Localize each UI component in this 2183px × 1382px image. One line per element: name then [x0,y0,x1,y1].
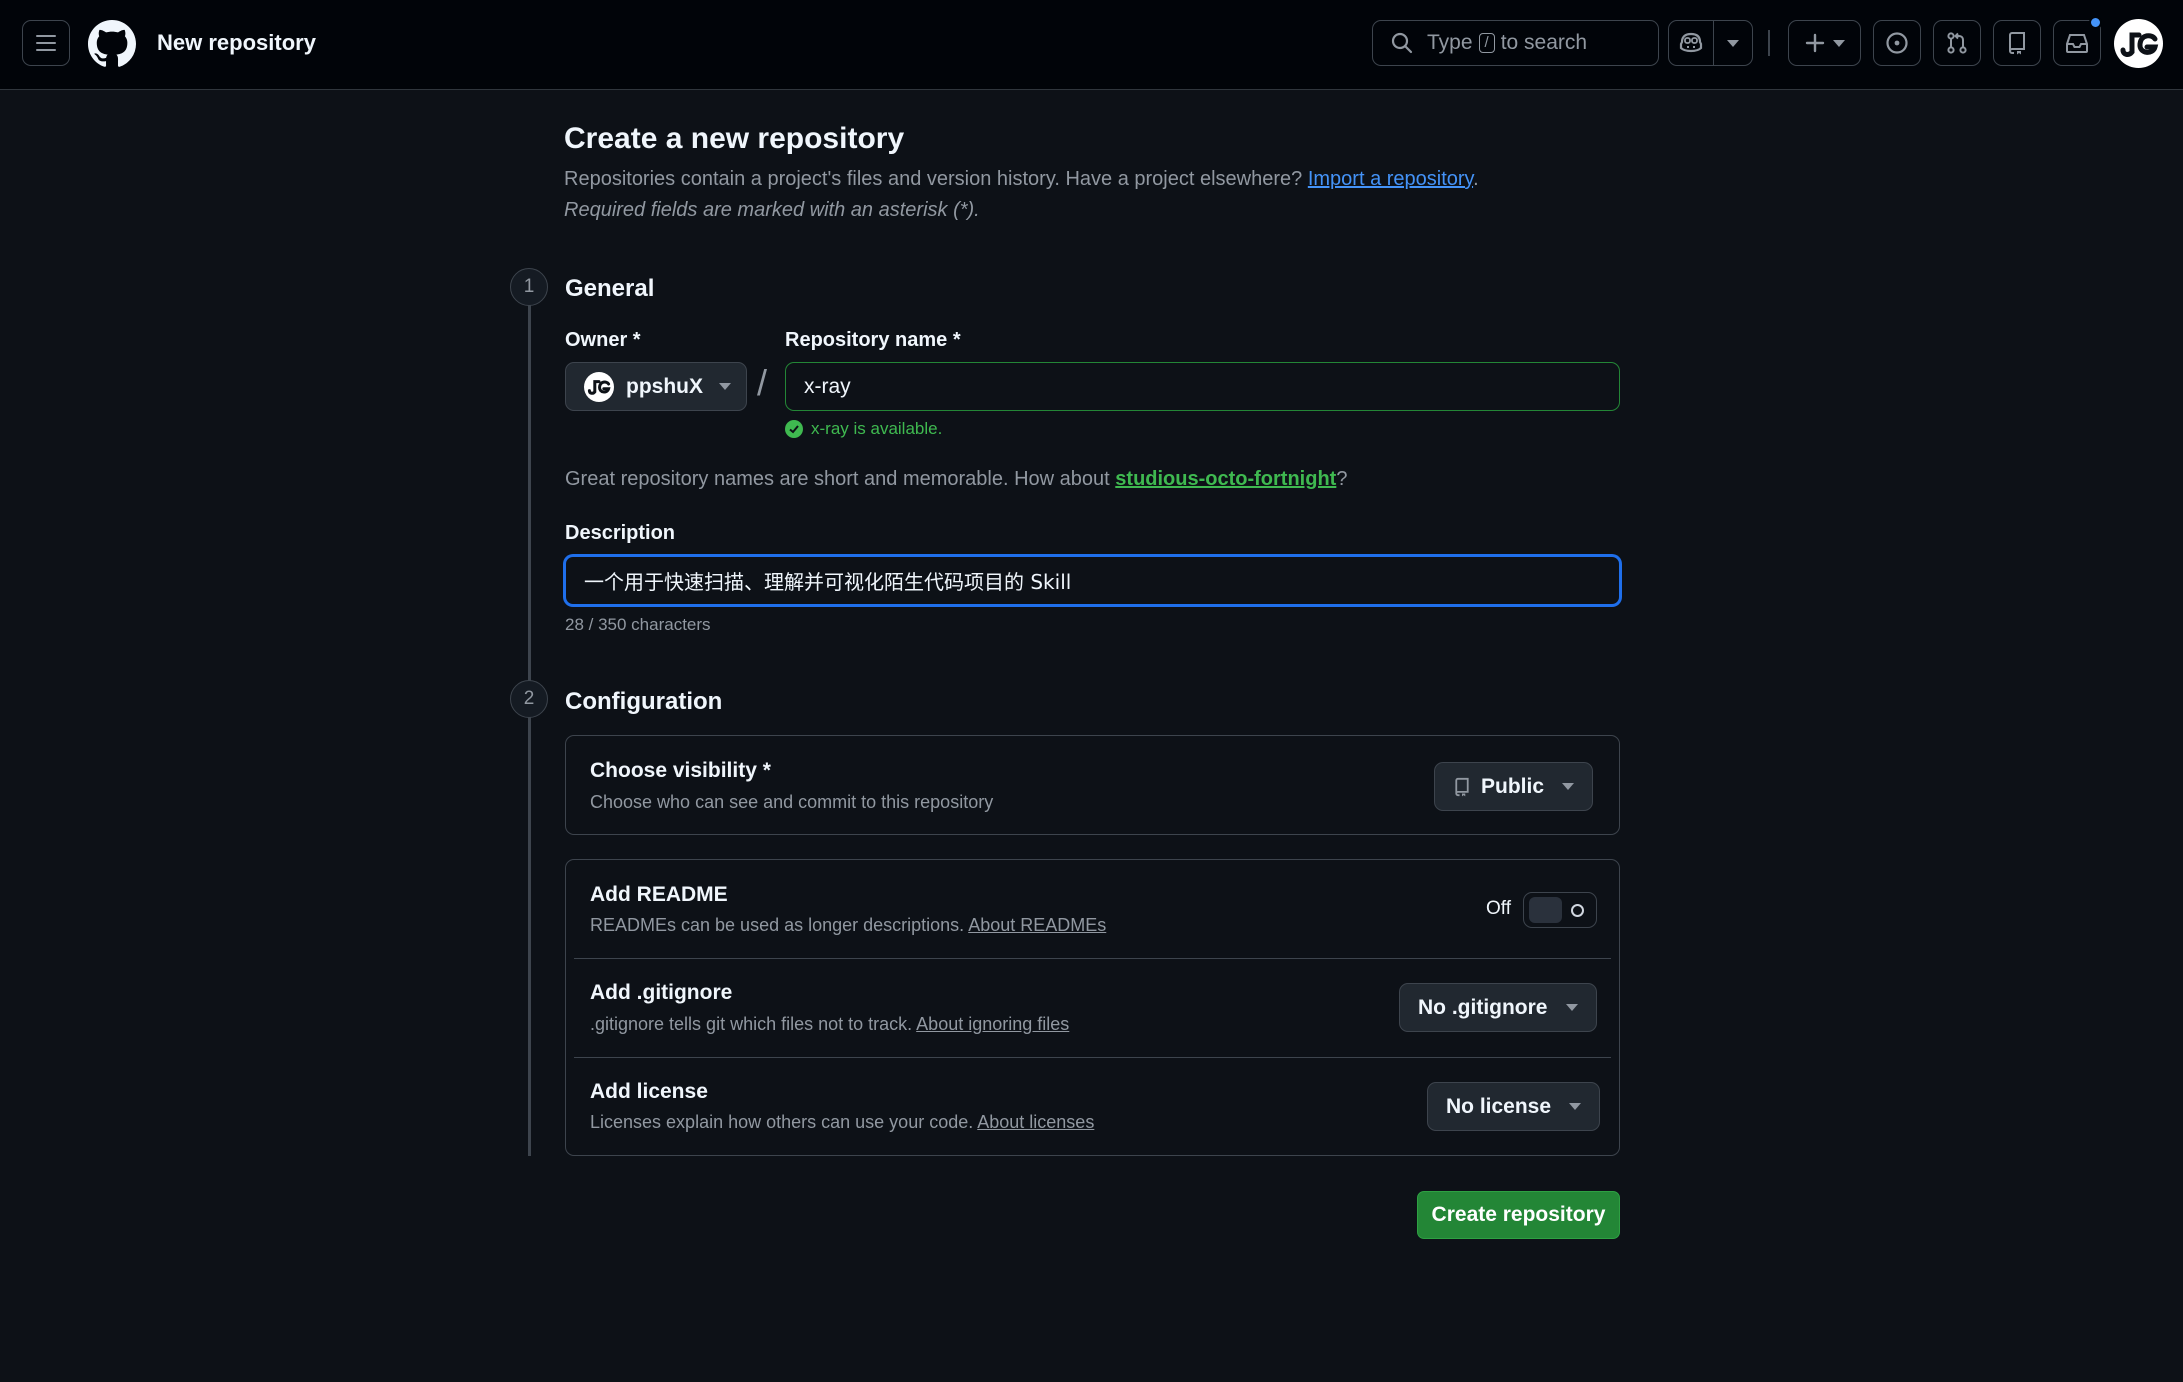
lead-end: . [1473,168,1479,190]
create-repository-button[interactable]: Create repository [1417,1191,1620,1239]
visibility-subtitle: Choose who can see and commit to this re… [590,792,994,812]
gitignore-subtitle: .gitignore tells git which files not to … [590,1014,1069,1035]
visibility-value: Public [1481,774,1545,798]
page-description: Repositories contain a project's files a… [564,168,1479,191]
step-number-general: 1 [510,268,548,306]
owner-avatar [584,371,614,402]
suggestion-prefix: Great repository names are short and mem… [565,468,1110,490]
license-dropdown[interactable]: No license [1427,1082,1601,1131]
about-ignoring-files-link[interactable]: About ignoring files [916,1014,1069,1034]
section-heading-general: General [565,275,655,302]
chevron-down-icon [1562,783,1575,790]
plus-icon [1805,33,1824,53]
repository-options-card: Add README READMEs can be used as longer… [565,859,1620,1156]
import-repository-link[interactable]: Import a repository [1308,168,1473,190]
description-label: Description [565,522,676,544]
issues-button[interactable] [1873,20,1921,66]
page-title: Create a new repository [564,122,905,155]
availability-text: x-ray is available. [811,419,943,438]
row-divider [574,1057,1611,1058]
notification-indicator [2089,16,2102,29]
repository-name-input[interactable] [785,362,1620,411]
create-new-button[interactable] [1788,20,1861,66]
about-licenses-link[interactable]: About licenses [977,1112,1094,1132]
availability-status: x-ray is available. [785,419,942,439]
gitignore-value: No .gitignore [1418,995,1548,1019]
row-divider [574,958,1611,959]
license-title: Add license [590,1080,708,1103]
copilot-button[interactable] [1669,21,1714,65]
top-header: New repository Type / to search [0,0,2183,90]
step-number-configuration: 2 [510,680,548,718]
search-icon [1391,32,1413,54]
visibility-title: Choose visibility * [590,759,771,782]
section-heading-configuration: Configuration [565,688,723,715]
gitignore-subtitle-text: .gitignore tells git which files not to … [590,1014,913,1034]
avatar[interactable] [2114,19,2163,68]
readme-toggle[interactable] [1523,892,1597,928]
repo-icon [1455,777,1469,796]
copilot-button-group [1668,20,1753,66]
toggle-knob [1529,897,1562,923]
chevron-down-icon [1832,39,1845,47]
suggestion-suffix: ? [1336,468,1348,490]
menu-button[interactable] [22,20,70,66]
copilot-menu-button[interactable] [1714,21,1752,65]
github-logo-icon[interactable] [88,20,136,68]
search-suffix: to search [1500,31,1588,54]
owner-label: Owner * [565,329,641,351]
license-value: No license [1446,1094,1552,1118]
search-prefix: Type [1427,31,1473,54]
owner-repo-separator: / [757,362,768,403]
readme-subtitle: READMEs can be used as longer descriptio… [590,915,1106,936]
issue-icon [1886,32,1908,54]
readme-toggle-state: Off [1486,898,1511,919]
owner-name: ppshuX [626,374,703,398]
license-subtitle-text: Licenses explain how others can use your… [590,1112,974,1132]
chevron-down-icon [1727,39,1739,47]
header-title[interactable]: New repository [157,30,316,56]
chevron-down-icon [1565,1004,1578,1011]
description-input[interactable] [564,555,1621,606]
owner-dropdown[interactable]: ppshuX [565,362,747,411]
search-input[interactable]: Type / to search [1372,20,1659,66]
pull-requests-button[interactable] [1933,20,1981,66]
header-divider [1768,30,1770,56]
copilot-icon [1679,32,1703,53]
suggested-name-link[interactable]: studious-octo-fortnight [1115,468,1336,490]
repositories-button[interactable] [1993,20,2041,66]
chevron-down-icon [719,383,731,390]
readme-subtitle-text: READMEs can be used as longer descriptio… [590,915,965,935]
toggle-off-icon [1571,904,1584,917]
menu-icon [36,35,56,51]
repository-name-label: Repository name * [785,329,961,351]
character-counter: 28 / 350 characters [565,615,711,634]
check-circle-icon [785,420,803,438]
lead-text: Repositories contain a project's files a… [564,168,1303,190]
about-readmes-link[interactable]: About READMEs [968,915,1106,935]
chevron-down-icon [1569,1103,1582,1110]
search-shortcut-key: / [1478,33,1495,53]
name-suggestion: Great repository names are short and mem… [565,468,1347,491]
license-subtitle: Licenses explain how others can use your… [590,1112,1094,1133]
repo-icon [2008,32,2025,55]
visibility-dropdown[interactable]: Public [1434,762,1594,811]
pull-request-icon [1947,32,1967,54]
required-fields-note: Required fields are marked with an aster… [564,199,980,221]
gitignore-dropdown[interactable]: No .gitignore [1399,983,1597,1032]
inbox-icon [2066,34,2088,53]
visibility-card: Choose visibility * Choose who can see a… [565,735,1620,835]
step-timeline [528,286,531,1156]
gitignore-title: Add .gitignore [590,981,733,1004]
readme-title: Add README [590,883,728,906]
